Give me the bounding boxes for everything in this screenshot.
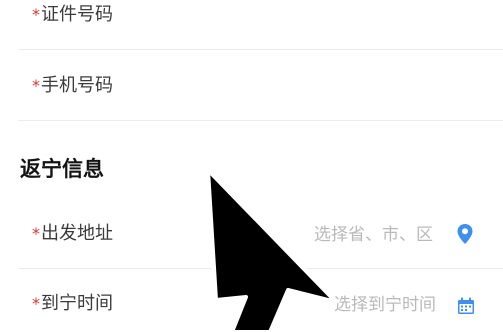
return-info-form: *证件号码 *手机号码 返宁信息 *出发地址 选择省、市、区 *到宁时间 选择到… — [0, 0, 503, 332]
mouse-cursor-icon — [206, 168, 338, 332]
